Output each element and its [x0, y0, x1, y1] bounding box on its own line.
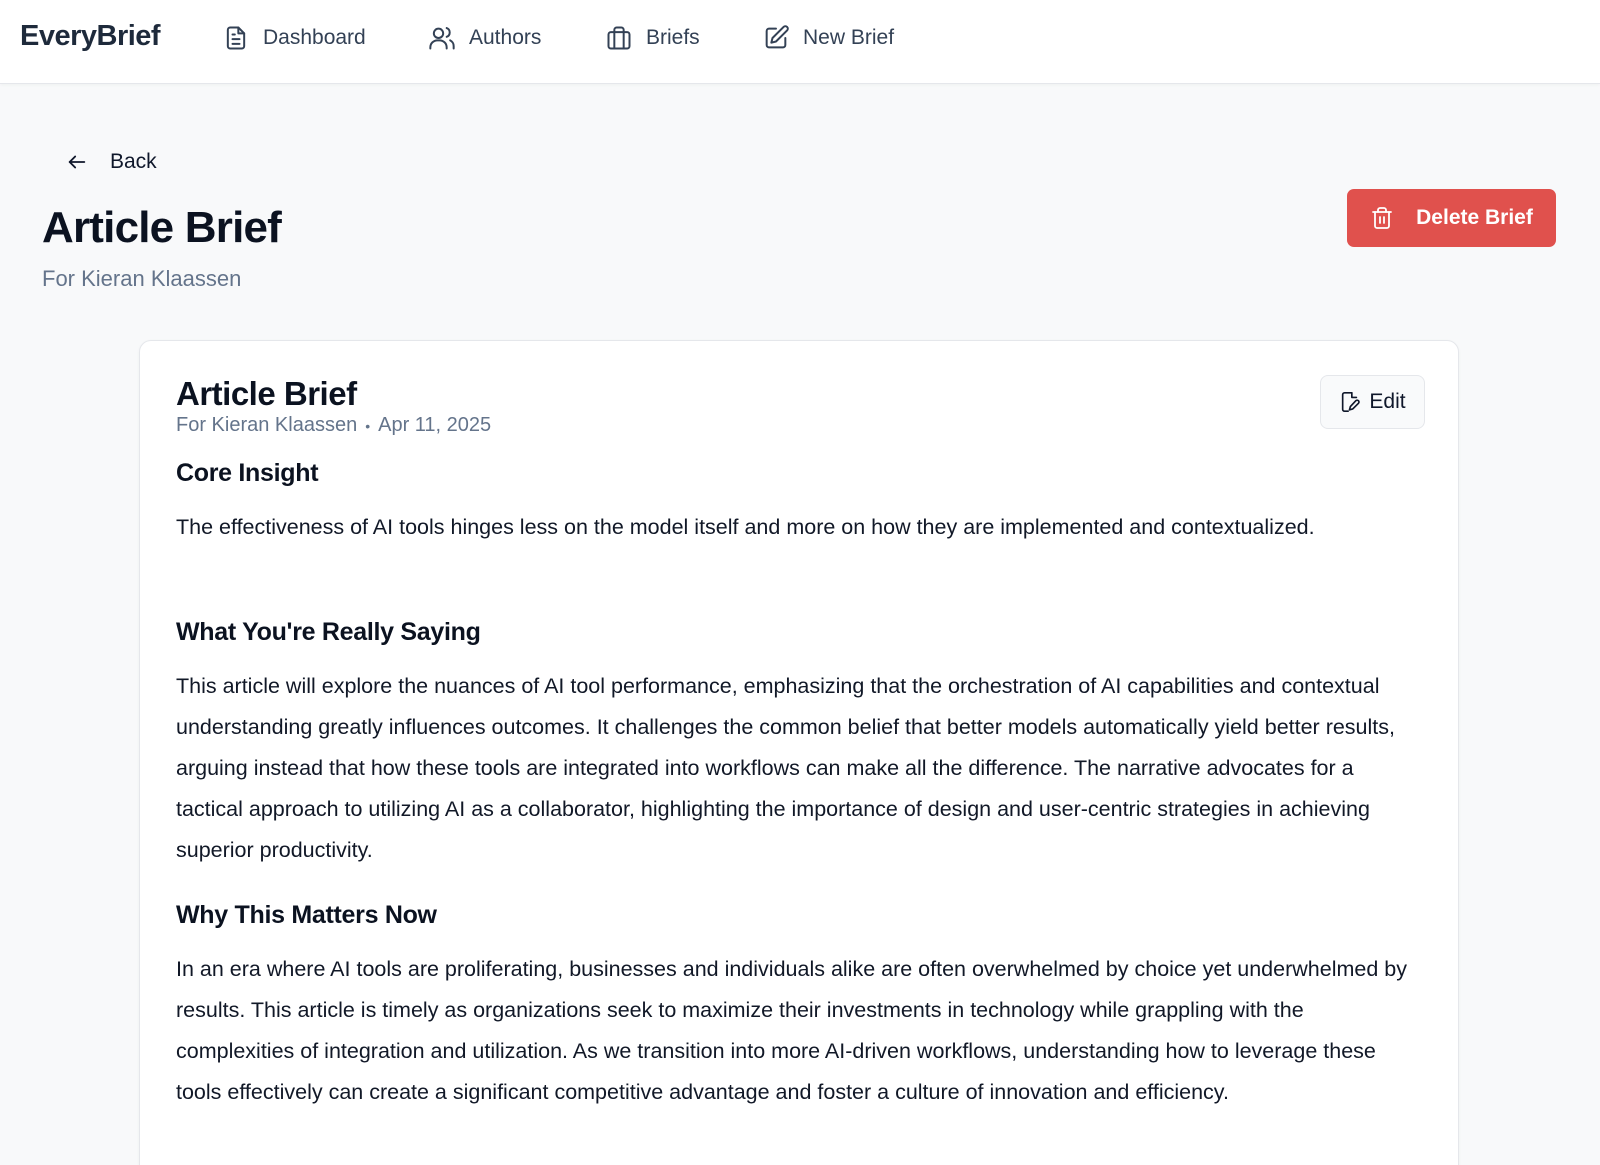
- section-heading-core-insight: Core Insight: [176, 459, 319, 487]
- edit-button[interactable]: Edit: [1320, 375, 1425, 429]
- document-icon: [226, 26, 246, 50]
- card-date: Apr 11, 2025: [378, 414, 492, 436]
- users-icon: [429, 27, 455, 50]
- card-title: Article Brief: [176, 375, 357, 412]
- page-subtitle: For Kieran Klaassen: [42, 266, 242, 291]
- section-body-why-now: In an era where AI tools are proliferati…: [176, 957, 1407, 1104]
- nav-authors[interactable]: Authors: [428, 22, 541, 54]
- nav-briefs-label: Briefs: [646, 26, 700, 49]
- edit-label: Edit: [1369, 390, 1406, 413]
- nav-new-brief-label: New Brief: [803, 26, 895, 49]
- delete-brief-label: Delete Brief: [1416, 206, 1533, 229]
- nav-dashboard[interactable]: Dashboard: [222, 22, 366, 54]
- briefcase-icon: [607, 26, 631, 50]
- nav-authors-label: Authors: [469, 26, 542, 49]
- delete-brief-button[interactable]: Delete Brief: [1347, 189, 1556, 247]
- section-body-core-insight: The effectiveness of AI tools hinges les…: [176, 515, 1315, 539]
- trash-icon: [1372, 207, 1393, 229]
- section-body-what-youre-saying: This article will explore the nuances of…: [176, 674, 1395, 862]
- nav-new-brief[interactable]: New Brief: [762, 22, 894, 54]
- card-meta: For Kieran Klaassen • Apr 11, 2025: [176, 414, 491, 437]
- back-label: Back: [110, 150, 157, 173]
- back-link[interactable]: Back: [66, 147, 157, 177]
- nav-dashboard-label: Dashboard: [263, 26, 366, 49]
- brand-logo[interactable]: EveryBrief: [20, 20, 161, 53]
- page-title: Article Brief: [42, 203, 282, 252]
- top-navbar: EveryBrief Dashboard Authors Briefs New …: [0, 0, 1600, 84]
- edit-square-icon: [765, 25, 789, 49]
- nav-briefs[interactable]: Briefs: [605, 22, 700, 54]
- card-author: For Kieran Klaassen: [176, 414, 358, 436]
- arrow-left-icon: [68, 155, 86, 169]
- section-heading-why-now: Why This Matters Now: [176, 901, 437, 929]
- file-edit-icon: [1342, 392, 1361, 412]
- meta-separator: •: [365, 417, 371, 434]
- brief-card: Article Brief For Kieran Klaassen • Apr …: [139, 340, 1459, 1165]
- section-heading-what-youre-saying: What You're Really Saying: [176, 618, 481, 646]
